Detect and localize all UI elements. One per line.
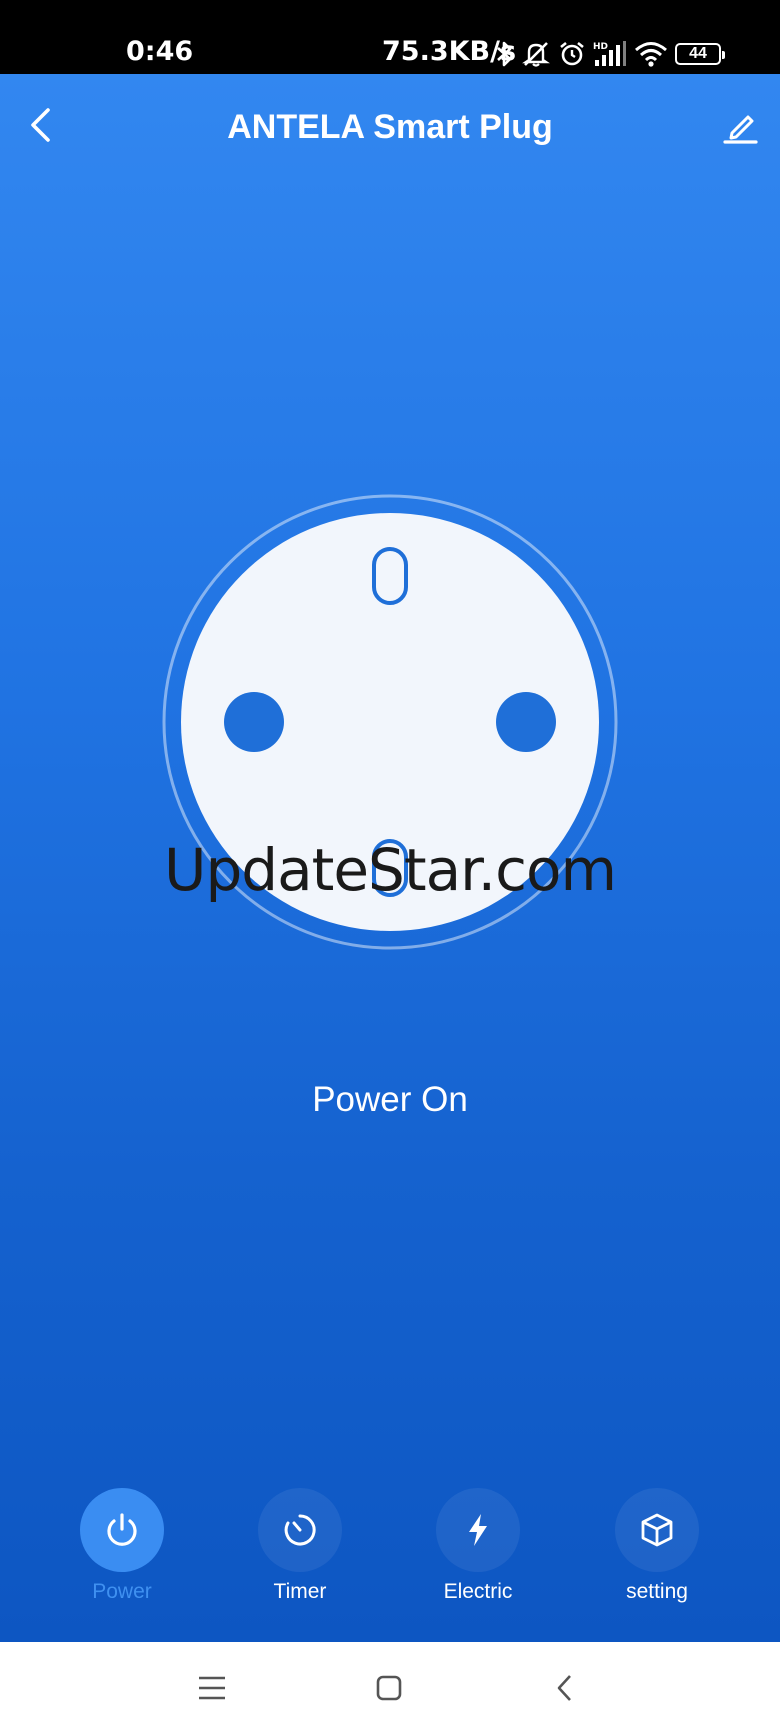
tab-electric-circle [436, 1488, 520, 1572]
timer-icon [284, 1514, 316, 1546]
tab-timer-label: Timer [273, 1580, 327, 1603]
battery-icon: 44 [675, 43, 725, 65]
menu-icon [199, 1676, 225, 1700]
tab-setting-label: setting [626, 1580, 688, 1603]
bottom-tabs: Power Timer Electric setting [0, 1488, 780, 1618]
tab-timer-circle [258, 1488, 342, 1572]
alarm-icon [560, 41, 584, 66]
nav-home-button[interactable] [367, 1666, 411, 1710]
back-icon [557, 1675, 571, 1701]
tab-setting[interactable]: setting [582, 1488, 732, 1618]
tab-electric-label: Electric [443, 1580, 513, 1603]
nav-menu-button[interactable] [190, 1666, 234, 1710]
header: ANTELA Smart Plug [0, 74, 780, 180]
wifi-icon [635, 42, 667, 67]
cube-icon [641, 1513, 673, 1547]
home-icon [376, 1675, 402, 1701]
tab-setting-circle [615, 1488, 699, 1572]
status-time: 0:46 [126, 36, 194, 67]
tab-electric[interactable]: Electric [403, 1488, 553, 1618]
app-main: ANTELA Smart Plug UpdateStar.com Power O… [0, 74, 780, 1642]
watermark: UpdateStar.com [164, 836, 617, 904]
tab-power-circle [80, 1488, 164, 1572]
system-nav-bar [0, 1642, 780, 1733]
status-bar: 0:46 75.3KB/s HD 44 [0, 0, 780, 74]
power-icon [107, 1513, 137, 1546]
battery-level: 44 [689, 45, 707, 62]
page-title: ANTELA Smart Plug [227, 108, 553, 146]
lightning-icon [469, 1514, 487, 1546]
bluetooth-icon [497, 41, 512, 67]
nav-back-button[interactable] [543, 1666, 587, 1710]
mute-icon [522, 42, 550, 67]
power-status: Power On [312, 1080, 468, 1119]
tab-power[interactable]: Power [47, 1488, 197, 1618]
status-icons: HD 44 [494, 36, 725, 72]
pencil-icon [723, 115, 758, 144]
hd-signal-icon: HD [593, 41, 626, 66]
svg-text:HD: HD [593, 42, 608, 52]
tab-power-label: Power [92, 1580, 152, 1603]
edit-button[interactable] [718, 104, 762, 148]
tab-timer[interactable]: Timer [225, 1488, 375, 1618]
